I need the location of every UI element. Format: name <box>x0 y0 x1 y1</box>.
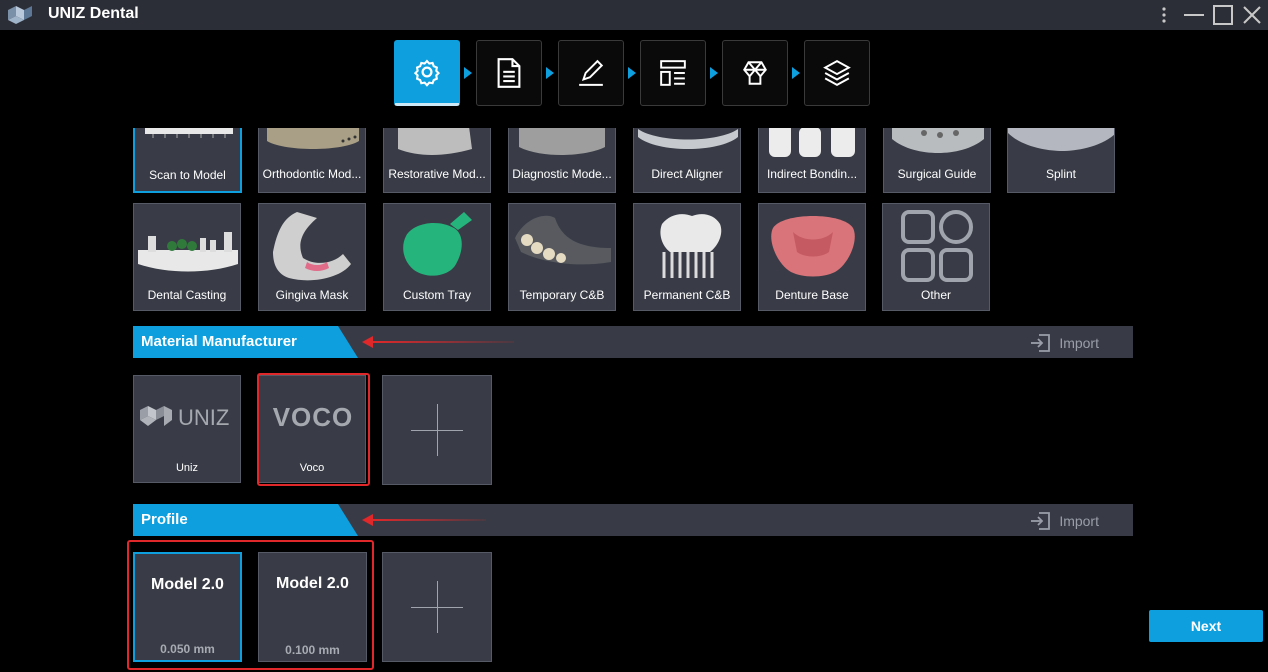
uniz-logo: UNIZ <box>140 405 229 430</box>
surgical-guide-thumbnail <box>892 128 984 153</box>
app-title: UNIZ Dental <box>48 5 139 22</box>
app-card-label: Custom Tray <box>402 288 471 302</box>
app-card-label: Splint <box>1045 167 1077 181</box>
app-card-diagnostic-model[interactable]: Diagnostic Mode... <box>508 128 616 193</box>
plus-icon-vertical <box>437 581 438 633</box>
step-document[interactable] <box>476 40 542 106</box>
app-card-label: Diagnostic Mode... <box>512 167 612 181</box>
app-card-label: Indirect Bondin... <box>766 167 858 181</box>
app-card-label: Orthodontic Mod... <box>262 167 362 181</box>
manufacturer-card-uniz[interactable]: UNIZ Uniz <box>133 375 241 483</box>
restorative-model-thumbnail <box>398 128 472 155</box>
step-slice[interactable] <box>804 40 870 106</box>
dental-casting-thumbnail <box>138 232 238 272</box>
section-title: Profile <box>133 504 358 536</box>
app-card-temporary-cb[interactable]: Temporary C&B <box>508 203 616 311</box>
settings-content[interactable]: Scan to Model Orthodontic Mod... Restora… <box>0 128 1268 672</box>
grid-apps-icon <box>901 210 973 282</box>
app-card-splint[interactable]: Splint <box>1007 128 1115 193</box>
manufacturer-label: Uniz <box>175 462 198 474</box>
permanent-cb-thumbnail <box>660 214 722 278</box>
app-card-label: Other <box>920 288 951 302</box>
app-card-label: Gingiva Mask <box>275 288 349 302</box>
step-arrow <box>710 67 718 79</box>
custom-tray-thumbnail <box>403 212 472 276</box>
app-card-label: Restorative Mod... <box>388 167 486 181</box>
more-menu-icon[interactable] <box>1154 4 1174 26</box>
app-card-restorative-model[interactable]: Restorative Mod... <box>383 128 491 193</box>
add-profile-button[interactable] <box>382 552 492 662</box>
temporary-cb-thumbnail <box>515 215 611 265</box>
import-icon <box>1031 512 1051 530</box>
import-icon <box>1031 334 1051 352</box>
section-title: Material Manufacturer <box>133 326 358 358</box>
denture-base-thumbnail <box>771 216 855 277</box>
app-card-scan-to-model[interactable]: Scan to Model <box>133 128 242 193</box>
app-card-surgical-guide[interactable]: Surgical Guide <box>883 128 991 193</box>
layout-icon <box>660 60 686 86</box>
step-arrow <box>628 67 636 79</box>
app-card-label: Dental Casting <box>147 288 227 302</box>
app-card-indirect-bonding[interactable]: Indirect Bondin... <box>758 128 866 193</box>
uniz-logo-icon <box>8 6 32 24</box>
diagnostic-model-thumbnail <box>519 128 605 155</box>
import-label: Import <box>1059 335 1099 351</box>
app-card-permanent-cb[interactable]: Permanent C&B <box>633 203 741 311</box>
app-card-denture-base[interactable]: Denture Base <box>758 203 866 311</box>
app-card-orthodontic-model[interactable]: Orthodontic Mod... <box>258 128 366 193</box>
step-layout[interactable] <box>640 40 706 106</box>
app-card-other[interactable]: Other <box>882 203 990 311</box>
step-arrow <box>546 67 554 79</box>
annotation-highlight-profiles <box>127 540 374 670</box>
import-label: Import <box>1059 513 1099 529</box>
app-card-label: Scan to Model <box>149 168 226 182</box>
uniz-logo-text: UNIZ <box>178 405 229 430</box>
layers-icon <box>823 60 851 86</box>
step-arrow <box>464 67 472 79</box>
gingiva-mask-thumbnail <box>273 212 351 281</box>
step-support[interactable] <box>722 40 788 106</box>
document-icon <box>497 58 521 88</box>
maximize-button[interactable] <box>1211 4 1235 26</box>
minimize-button[interactable] <box>1182 4 1206 26</box>
app-card-gingiva-mask[interactable]: Gingiva Mask <box>258 203 366 311</box>
annotation-arrow <box>362 514 486 526</box>
app-card-label: Temporary C&B <box>519 288 605 302</box>
pencil-icon <box>579 59 604 86</box>
next-button[interactable]: Next <box>1149 610 1263 642</box>
title-bar: UNIZ Dental <box>0 0 1268 30</box>
step-settings[interactable] <box>394 40 460 106</box>
app-card-custom-tray[interactable]: Custom Tray <box>383 203 491 311</box>
app-card-label: Surgical Guide <box>897 167 977 181</box>
gear-icon <box>413 59 441 87</box>
annotation-arrow <box>362 336 514 348</box>
app-card-label: Denture Base <box>775 288 849 302</box>
app-card-label: Permanent C&B <box>643 288 731 302</box>
annotation-highlight-voco <box>257 373 370 486</box>
app-card-dental-casting[interactable]: Dental Casting <box>133 203 241 311</box>
material-manufacturer-header: Material Manufacturer Import <box>133 326 1133 358</box>
step-arrow <box>792 67 800 79</box>
profile-header: Profile Import <box>133 504 1133 536</box>
indirect-bonding-thumbnail <box>769 128 855 157</box>
app-card-label: Direct Aligner <box>651 167 723 181</box>
add-manufacturer-button[interactable] <box>382 375 492 485</box>
splint-thumbnail <box>1008 128 1114 151</box>
scan-model-thumbnail <box>145 128 233 138</box>
app-card-direct-aligner[interactable]: Direct Aligner <box>633 128 741 193</box>
plus-icon-vertical <box>437 404 438 456</box>
tooth-outline-icon <box>743 61 767 85</box>
step-edit[interactable] <box>558 40 624 106</box>
material-import-button[interactable]: Import <box>1029 333 1099 353</box>
profile-import-button[interactable]: Import <box>1029 511 1099 531</box>
orthodontic-model-thumbnail <box>267 128 359 149</box>
close-button[interactable] <box>1240 4 1264 26</box>
direct-aligner-thumbnail <box>638 129 738 149</box>
